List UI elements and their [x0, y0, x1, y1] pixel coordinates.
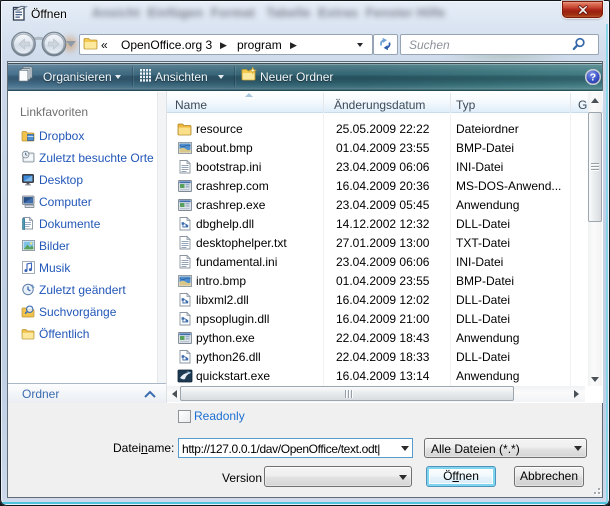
svg-text:?: ? — [590, 72, 596, 84]
